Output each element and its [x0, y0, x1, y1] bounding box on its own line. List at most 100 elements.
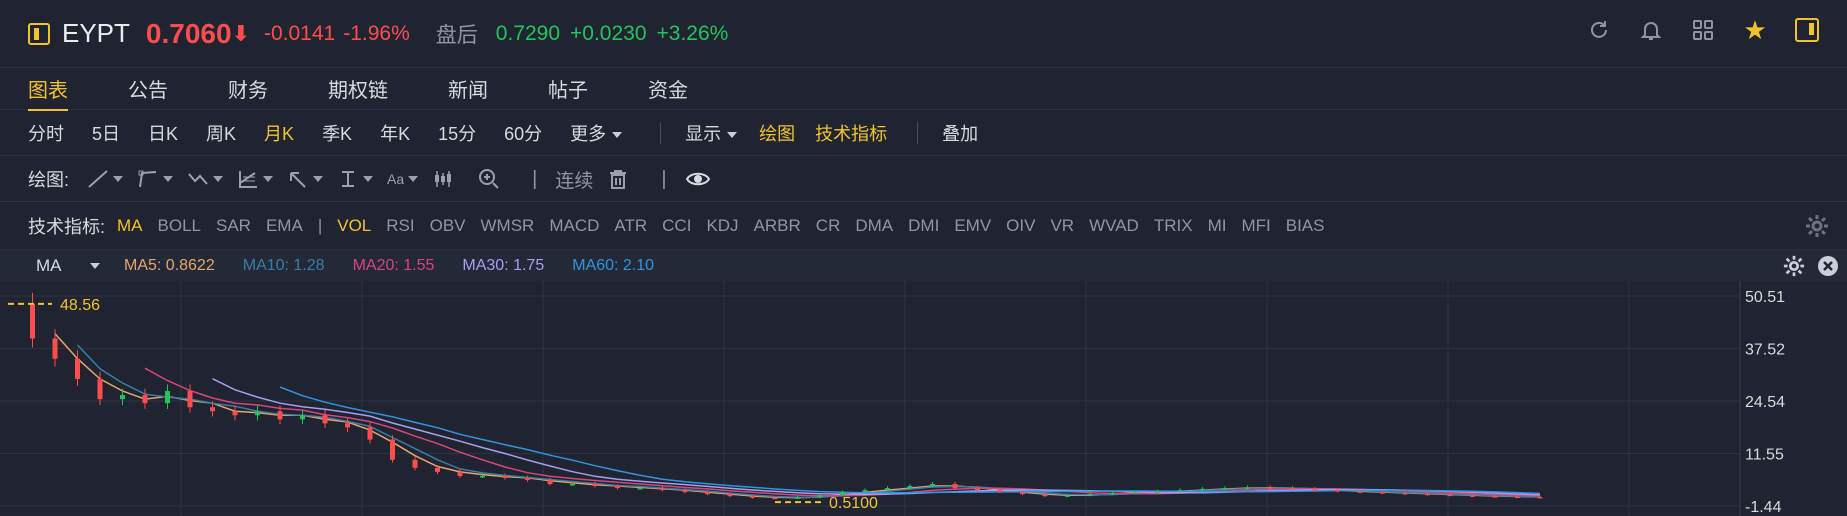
candle-body	[1087, 494, 1093, 496]
tab-options-chain[interactable]: 期权链	[328, 68, 388, 110]
line-tool[interactable]	[87, 169, 124, 189]
delete-drawings-button[interactable]	[607, 168, 629, 190]
indicator-trix[interactable]: TRIX	[1154, 216, 1193, 236]
candle-body	[1470, 495, 1475, 497]
indicator-obv[interactable]: OBV	[430, 216, 466, 236]
period-15min[interactable]: 15分	[438, 120, 476, 146]
indicator-cr[interactable]: CR	[816, 216, 841, 236]
indicator-emv[interactable]: EMV	[954, 216, 991, 236]
candle-body	[1492, 496, 1498, 498]
ma-line	[144, 367, 1541, 497]
display-dropdown[interactable]: 显示	[685, 120, 738, 146]
candles	[30, 292, 1543, 500]
indicator-ma[interactable]: MA	[117, 216, 143, 236]
arrow-tool[interactable]	[287, 169, 324, 189]
candle-body	[1222, 488, 1228, 490]
candle-body	[75, 358, 80, 379]
tab-chart[interactable]: 图表	[28, 68, 68, 111]
indicator-dmi[interactable]: DMI	[908, 216, 939, 236]
tab-capital[interactable]: 资金	[648, 68, 688, 110]
after-hours-change: +0.0230	[570, 21, 647, 45]
high-marker-label: 48.56	[60, 297, 100, 314]
candle-body	[1020, 492, 1025, 495]
polyline-tool[interactable]	[137, 169, 174, 189]
candle-body	[210, 407, 215, 412]
draw-toggle[interactable]: 绘图	[759, 120, 795, 146]
indicator-rsi[interactable]: RSI	[386, 216, 414, 236]
indicator-dma[interactable]: DMA	[855, 216, 893, 236]
candle-body	[772, 497, 778, 500]
tab-posts[interactable]: 帖子	[548, 68, 588, 110]
period-weekly[interactable]: 周K	[206, 120, 236, 146]
refresh-icon[interactable]	[1587, 18, 1611, 42]
candle-body	[187, 391, 193, 408]
indicator-boll[interactable]: BOLL	[158, 216, 201, 236]
period-intraday[interactable]: 分时	[28, 120, 64, 146]
ma-line	[279, 386, 1541, 495]
after-hours-price: 0.7290	[495, 21, 561, 45]
period-quarterly[interactable]: 季K	[322, 120, 352, 146]
period-60min[interactable]: 60分	[504, 120, 542, 146]
chevron-down-icon	[408, 176, 419, 182]
period-daily[interactable]: 日K	[148, 120, 178, 146]
visibility-toggle[interactable]	[685, 169, 711, 189]
candle-body	[705, 492, 710, 495]
indicator-settings-icon[interactable]	[1805, 214, 1829, 243]
candle-body	[1245, 487, 1250, 489]
grid-icon[interactable]	[1691, 18, 1715, 42]
indicator-wmsr[interactable]: WMSR	[481, 216, 535, 236]
price-change-pct: -1.96%	[343, 21, 410, 45]
indicator-vol[interactable]: VOL	[337, 216, 371, 236]
tab-announcements[interactable]: 公告	[128, 68, 168, 110]
indicator-oiv[interactable]: OIV	[1006, 216, 1035, 236]
indicator-mfi[interactable]: MFI	[1241, 216, 1270, 236]
price-chart[interactable]: 48.56 0.5100 50.51 37.52 24.54 11.55 -1.44	[0, 281, 1847, 516]
indicator-kdj[interactable]: KDJ	[706, 216, 738, 236]
candle-body	[412, 459, 418, 468]
wave-tool[interactable]	[187, 169, 224, 189]
candle-body	[1065, 495, 1070, 497]
period-monthly[interactable]: 月K	[264, 120, 294, 146]
indicator-atr[interactable]: ATR	[614, 216, 647, 236]
tab-financials[interactable]: 财务	[228, 68, 268, 110]
candle-body	[525, 477, 530, 480]
text-tool[interactable]: Aa	[387, 171, 419, 187]
indicator-mi[interactable]: MI	[1208, 216, 1227, 236]
period-toolbar: 分时 5日 日K 周K 月K 季K 年K 15分 60分 更多 显示 绘图 技术…	[0, 111, 1847, 156]
measure-tool[interactable]	[337, 169, 374, 189]
period-more-dropdown[interactable]: 更多	[570, 120, 623, 146]
chevron-down-icon	[89, 262, 100, 269]
indicator-bias[interactable]: BIAS	[1286, 216, 1325, 236]
period-5day[interactable]: 5日	[92, 120, 120, 146]
drawing-toolbar: 绘图: Aa | 连续 |	[0, 157, 1847, 202]
star-icon[interactable]: ★	[1743, 15, 1767, 45]
sidebar-toggle-icon[interactable]	[28, 22, 50, 45]
indicator-cci[interactable]: CCI	[662, 216, 691, 236]
divider	[660, 122, 662, 144]
indicator-wvad[interactable]: WVAD	[1089, 216, 1139, 236]
period-yearly[interactable]: 年K	[380, 120, 410, 146]
line-icon	[88, 170, 108, 188]
zoom-tool[interactable]	[478, 168, 500, 190]
tech-indicators-toggle[interactable]: 技术指标	[815, 120, 887, 146]
chevron-down-icon	[213, 176, 224, 182]
right-panel-toggle-icon[interactable]	[1795, 18, 1819, 42]
indicator-arbr[interactable]: ARBR	[754, 216, 801, 236]
ma-type-select[interactable]: MA	[36, 256, 124, 276]
candle-body	[952, 484, 958, 489]
ma-close-icon[interactable]	[1817, 255, 1839, 282]
indicator-macd[interactable]: MACD	[549, 216, 599, 236]
continuous-toggle[interactable]: 连续	[555, 166, 593, 193]
tab-news[interactable]: 新闻	[448, 68, 488, 110]
overlay-button[interactable]: 叠加	[942, 120, 978, 146]
period-more-label: 更多	[570, 124, 607, 144]
indicator-vr[interactable]: VR	[1050, 216, 1074, 236]
ma-settings-icon[interactable]	[1783, 255, 1805, 282]
indicator-ema[interactable]: EMA	[266, 216, 303, 236]
candle-body	[1312, 488, 1318, 491]
indicator-sar[interactable]: SAR	[216, 216, 251, 236]
candle-body	[1290, 488, 1295, 490]
fib-tool[interactable]	[237, 169, 274, 189]
candle-tool[interactable]	[432, 169, 454, 189]
bell-icon[interactable]	[1639, 18, 1663, 42]
